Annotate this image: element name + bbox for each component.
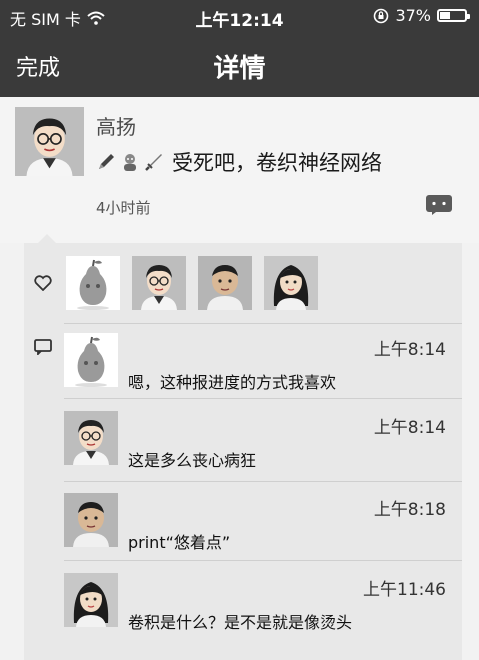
comment-item: 上午11:46 卷积是什么？是不是就是像烫头: [24, 565, 462, 637]
long-hair-woman-avatar[interactable]: [264, 256, 318, 310]
sword-icon: [145, 154, 162, 171]
comment-icon[interactable]: [426, 195, 452, 215]
comment-item: 上午8:18 print“悠着点”: [24, 485, 462, 555]
character-icon: [124, 154, 136, 171]
battery-percent: 37%: [395, 6, 431, 25]
comment-text: 卷积是什么？是不是就是像烫头: [128, 613, 353, 632]
author-name[interactable]: 高扬: [96, 111, 136, 140]
screen: 无 SIM 卡 上午12:14 37% 完成 详情 高扬 受死吧，卷织神经网络 …: [0, 0, 479, 660]
battery-level: [440, 12, 450, 19]
status-right: 37%: [373, 6, 470, 25]
top-bar: 无 SIM 卡 上午12:14 37% 完成 详情: [0, 0, 479, 97]
glasses-man-avatar[interactable]: [64, 411, 118, 465]
pear-avatar[interactable]: [66, 256, 120, 310]
short-hair-man-avatar[interactable]: [198, 256, 252, 310]
comment-text: 嗯，这种报进度的方式我喜欢: [128, 373, 337, 392]
author-avatar[interactable]: [15, 107, 84, 176]
comment-item: 上午8:14 嗯，这种报进度的方式我喜欢: [24, 325, 462, 395]
likes-row: [24, 243, 462, 321]
status-bar: 无 SIM 卡 上午12:14 37%: [0, 0, 479, 34]
divider: [64, 398, 462, 399]
page-title: 详情: [213, 54, 266, 84]
glasses-man-avatar[interactable]: [132, 256, 186, 310]
post: 高扬 受死吧，卷织神经网络 4小时前: [0, 97, 479, 243]
comment-time: 上午8:14: [373, 418, 446, 438]
comment-time: 上午11:46: [363, 580, 446, 600]
comment-text: print“悠着点”: [128, 533, 231, 552]
divider: [64, 481, 462, 482]
pencil-icon: [99, 154, 114, 169]
comment-time: 上午8:18: [373, 500, 446, 520]
divider: [64, 323, 462, 324]
comment-item: 上午8:14 这是多么丧心病狂: [24, 403, 462, 473]
nav-bar: 完成 详情: [0, 34, 479, 97]
post-time: 4小时前: [96, 199, 151, 217]
pear-avatar[interactable]: [64, 333, 118, 387]
post-text: 受死吧，卷织神经网络: [172, 151, 382, 175]
panel-caret: [38, 234, 56, 243]
divider: [64, 560, 462, 561]
post-content: 受死吧，卷织神经网络: [96, 147, 382, 177]
emoji-group: [96, 152, 164, 172]
long-hair-woman-avatar[interactable]: [64, 573, 118, 627]
short-hair-man-avatar[interactable]: [64, 493, 118, 547]
comment-panel: 上午8:14 嗯，这种报进度的方式我喜欢 上午8:14 这是多么丧心病狂 上午8…: [24, 243, 462, 660]
battery-icon: [437, 9, 470, 22]
orientation-lock-icon: [374, 8, 389, 23]
comment-time: 上午8:14: [373, 340, 446, 360]
comment-text: 这是多么丧心病狂: [128, 451, 257, 470]
heart-icon: [34, 275, 52, 291]
